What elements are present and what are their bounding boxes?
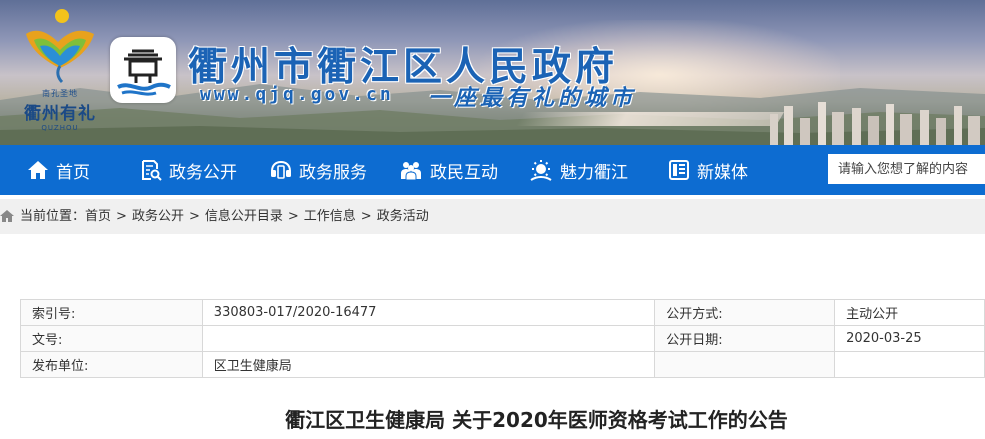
nav-item-gov-affairs[interactable]: 政务公开 <box>140 145 237 195</box>
empty-value <box>834 351 985 378</box>
breadcrumb-separator: > <box>360 209 372 224</box>
nav-item-interaction[interactable]: 政民互动 <box>399 145 498 195</box>
logo-pinyin: QUZHOU <box>41 124 79 132</box>
qujiang-emblem-icon <box>117 49 171 96</box>
service-icon <box>271 160 291 179</box>
index-no-value: 330803-017/2020-16477 <box>201 299 656 326</box>
people-icon <box>401 162 421 181</box>
breadcrumb-separator: > <box>188 209 200 224</box>
doc-number-value <box>201 325 656 352</box>
city-skyline <box>770 102 980 145</box>
nav-item-label: 政务公开 <box>169 162 237 183</box>
publisher-value: 区卫生健康局 <box>201 351 656 378</box>
table-row: 文号: 公开日期: 2020-03-25 <box>20 325 985 352</box>
nav-item-home[interactable]: 首页 <box>27 145 90 195</box>
publish-date-label: 公开日期: <box>654 325 836 352</box>
nav-item-new-media[interactable]: 新媒体 <box>668 145 748 195</box>
table-row: 索引号: 330803-017/2020-16477 公开方式: 主动公开 <box>20 299 985 326</box>
doc-number-label: 文号: <box>20 325 203 352</box>
breadcrumb: 当前位置：首页 > 政务公开 > 信息公开目录 > 工作信息 > 政务活动 <box>0 199 985 234</box>
header-banner: 南孔圣地 衢州有礼 QUZHOU 衢州市衢江区人民政府 www.qjq.gov.… <box>0 0 985 145</box>
breadcrumb-home[interactable]: 首页 <box>85 209 111 224</box>
publisher-label: 发布单位: <box>20 351 203 378</box>
quzhou-logo-mark <box>26 9 94 84</box>
breadcrumb-separator: > <box>287 209 299 224</box>
sun-icon <box>530 160 552 181</box>
breadcrumb-gov-affairs[interactable]: 政务公开 <box>132 209 184 224</box>
logo-tagline: 南孔圣地 <box>42 89 78 98</box>
empty-label <box>654 351 836 378</box>
article-title: 衢江区卫生健康局 关于2020年医师资格考试工作的公告 <box>285 408 788 432</box>
publish-date-value: 2020-03-25 <box>834 325 985 352</box>
river <box>515 112 785 126</box>
logo-name: 衢州有礼 <box>24 104 96 124</box>
disclosure-method-value: 主动公开 <box>834 299 985 326</box>
table-row: 发布单位: 区卫生健康局 <box>20 351 985 378</box>
disclosure-method-label: 公开方式: <box>654 299 836 326</box>
location-home-icon <box>0 210 14 222</box>
breadcrumb-info-catalog[interactable]: 信息公开目录 <box>205 209 283 224</box>
quzhou-logo[interactable]: 南孔圣地 衢州有礼 QUZHOU <box>14 6 106 134</box>
nav-item-label: 新媒体 <box>697 162 748 183</box>
nav-item-charm-qujiang[interactable]: 魅力衢江 <box>529 145 628 195</box>
site-slogan: 一座最有礼的城市 <box>428 85 637 111</box>
qujiang-emblem[interactable] <box>110 37 176 103</box>
search-input[interactable] <box>828 154 985 184</box>
media-icon <box>669 160 689 180</box>
doc-info-table: 索引号: 330803-017/2020-16477 公开方式: 主动公开 文号… <box>20 299 985 378</box>
breadcrumb-separator: > <box>116 209 127 224</box>
breadcrumb-prefix: 当前位置： <box>20 209 86 224</box>
site-url: www.qjq.gov.cn <box>200 84 394 105</box>
breadcrumb-gov-activities[interactable]: 政务活动 <box>377 209 429 224</box>
nav-item-gov-services[interactable]: 政务服务 <box>270 145 367 195</box>
breadcrumb-work-info[interactable]: 工作信息 <box>304 209 356 224</box>
document-search-icon <box>142 160 162 181</box>
home-icon <box>28 161 48 179</box>
nav-item-label: 政民互动 <box>430 162 498 183</box>
index-no-label: 索引号: <box>20 299 203 326</box>
nav-item-label: 首页 <box>56 162 90 183</box>
nav-item-label: 政务服务 <box>299 162 367 183</box>
nav-item-label: 魅力衢江 <box>560 162 628 183</box>
